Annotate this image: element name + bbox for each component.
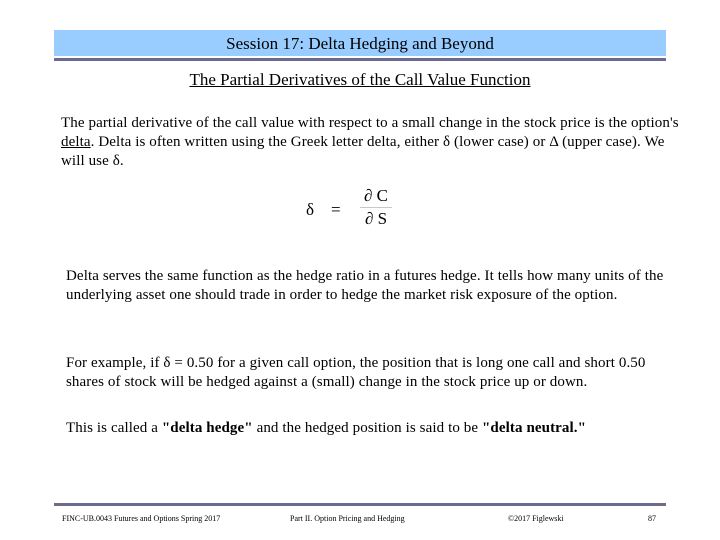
footer-copyright: ©2017 Figlewski xyxy=(508,514,564,523)
paragraph-text: The partial derivative of the call value… xyxy=(61,115,679,131)
delta-neutral-term: "delta neutral." xyxy=(482,420,587,436)
delta-hedge-term: "delta hedge" xyxy=(161,420,253,436)
footer-part: Part II. Option Pricing and Hedging xyxy=(290,514,405,523)
session-title: Session 17: Delta Hedging and Beyond xyxy=(226,34,494,53)
formula-numerator: ∂ C xyxy=(364,186,388,205)
footer-course: FINC-UB.0043 Futures and Options Spring … xyxy=(62,514,221,523)
slide-subtitle: The Partial Derivatives of the Call Valu… xyxy=(189,70,531,89)
formula-fraction: ∂ C ∂ S xyxy=(360,186,392,229)
session-title-band: Session 17: Delta Hedging and Beyond xyxy=(54,30,666,56)
paragraph-text: and the hedged position is said to be xyxy=(252,420,482,436)
paragraph-text: This is called a xyxy=(66,420,162,436)
formula-denominator: ∂ S xyxy=(364,209,388,228)
formula-equals: = xyxy=(331,200,341,219)
fraction-bar xyxy=(360,207,392,208)
footer-divider xyxy=(54,503,666,506)
paragraph-example: For example, if δ = 0.50 for a given cal… xyxy=(66,355,646,390)
paragraph-hedge-ratio: Delta serves the same function as the he… xyxy=(66,268,664,303)
formula-lhs: δ xyxy=(306,200,315,219)
page-number: 87 xyxy=(648,514,656,523)
paragraph-definition: The partial derivative of the call value… xyxy=(61,114,691,171)
delta-term: delta xyxy=(61,134,91,150)
paragraph-delta-neutral: This is called a "delta hedge" and the h… xyxy=(66,419,686,438)
header-divider xyxy=(54,58,666,61)
paragraph-text: . Delta is often written using the Greek… xyxy=(61,134,665,169)
